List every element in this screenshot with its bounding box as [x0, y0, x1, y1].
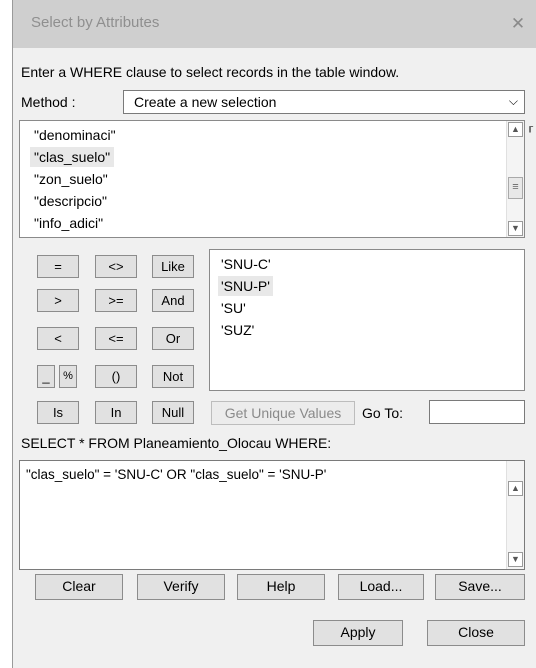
field-list-item[interactable]: "denominaci"	[30, 125, 120, 145]
greater-than-button[interactable]: >	[37, 289, 79, 312]
where-clause-editor[interactable]: "clas_suelo" = 'SNU-C' OR "clas_suelo" =…	[19, 460, 525, 570]
null-button[interactable]: Null	[152, 401, 194, 424]
less-equal-button[interactable]: <=	[95, 327, 137, 350]
method-dropdown[interactable]: Create a new selection ⌵	[123, 90, 525, 114]
field-list-item[interactable]: "info_adici"	[30, 213, 107, 233]
greater-equal-button[interactable]: >=	[95, 289, 137, 312]
unique-value-item[interactable]: 'SUZ'	[218, 320, 257, 340]
not-equals-button[interactable]: <>	[95, 255, 137, 278]
field-list-item[interactable]: "clas_suelo"	[30, 147, 115, 167]
where-clause-text: "clas_suelo" = 'SNU-C' OR "clas_suelo" =…	[26, 467, 327, 482]
field-list-item[interactable]: "descripcio"	[30, 191, 111, 211]
chevron-down-icon[interactable]: ▼	[508, 221, 523, 236]
less-than-button[interactable]: <	[37, 327, 79, 350]
unique-value-item[interactable]: 'SNU-C'	[218, 254, 274, 274]
and-button[interactable]: And	[152, 289, 194, 312]
percent-wildcard-button[interactable]: %	[59, 365, 77, 388]
get-unique-values-button[interactable]: Get Unique Values	[211, 401, 355, 425]
verify-button[interactable]: Verify	[137, 574, 225, 600]
method-value: Create a new selection	[134, 94, 277, 110]
instruction-text: Enter a WHERE clause to select records i…	[21, 64, 400, 80]
grip-icon[interactable]: ≡	[508, 177, 523, 199]
where-clause-scrollbar[interactable]: ▲ ▼	[506, 461, 524, 569]
apply-button[interactable]: Apply	[313, 620, 403, 646]
goto-label: Go To:	[362, 405, 403, 421]
chevron-up-icon[interactable]: ▲	[508, 481, 523, 496]
chevron-up-icon[interactable]: ▲	[508, 122, 523, 137]
load-button[interactable]: Load...	[338, 574, 424, 600]
not-button[interactable]: Not	[152, 365, 194, 388]
select-by-attributes-dialog: Select by Attributes ✕ Enter a WHERE cla…	[12, 0, 536, 668]
like-button[interactable]: Like	[152, 255, 194, 278]
fields-list[interactable]: "denominaci" "clas_suelo" "zon_suelo" "desc…	[19, 120, 525, 238]
method-label: Method :	[21, 94, 76, 110]
underscore-wildcard-button[interactable]: _	[37, 365, 55, 388]
clear-button[interactable]: Clear	[35, 574, 123, 600]
goto-input[interactable]	[429, 400, 525, 424]
chevron-down-icon[interactable]: ⌵	[509, 94, 518, 109]
fields-scrollbar[interactable]: ▲ ≡ ▼	[506, 121, 524, 237]
close-icon[interactable]: ✕	[499, 8, 536, 40]
unique-value-item[interactable]: 'SU'	[218, 298, 249, 318]
select-statement-label: SELECT * FROM Planeamiento_Olocau WHERE:	[21, 435, 332, 451]
unique-value-item[interactable]: 'SNU-P'	[218, 276, 273, 296]
field-list-item[interactable]: "zon_suelo"	[30, 169, 112, 189]
is-button[interactable]: Is	[37, 401, 79, 424]
dialog-title: Select by Attributes	[31, 14, 160, 31]
equals-button[interactable]: =	[37, 255, 79, 278]
unique-values-list[interactable]: 'SNU-C' 'SNU-P' 'SU' 'SUZ'	[209, 249, 525, 391]
chevron-down-icon[interactable]: ▼	[508, 552, 523, 567]
help-button[interactable]: Help	[237, 574, 325, 600]
parentheses-button[interactable]: ()	[95, 365, 137, 388]
title-bar[interactable]: Select by Attributes ✕	[13, 0, 536, 48]
close-button[interactable]: Close	[427, 620, 525, 646]
or-button[interactable]: Or	[152, 327, 194, 350]
save-button[interactable]: Save...	[435, 574, 525, 600]
list-options-icon: ┎	[527, 122, 534, 133]
in-button[interactable]: In	[95, 401, 137, 424]
